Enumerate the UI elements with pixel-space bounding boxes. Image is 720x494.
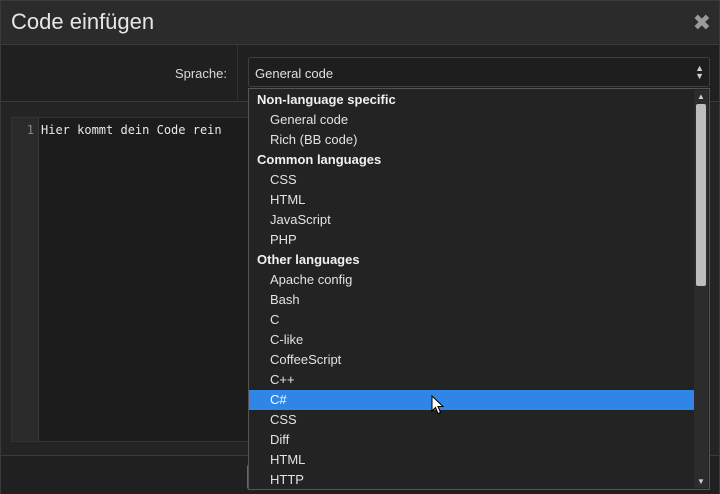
dropdown-group-header: Other languages	[257, 252, 360, 267]
dropdown-option[interactable]: Diff	[249, 430, 694, 450]
dropdown-option[interactable]: JavaScript	[249, 210, 694, 230]
code-line[interactable]: Hier kommt dein Code rein	[41, 123, 222, 137]
mouse-pointer-icon	[431, 395, 445, 415]
language-select[interactable]: General code ▲ ▼	[248, 57, 710, 87]
dropdown-option[interactable]: HTTP	[249, 470, 694, 489]
dropdown-option[interactable]: General code	[249, 110, 694, 130]
dropdown-group-header: Non-language specific	[257, 92, 396, 107]
dropdown-option[interactable]: Bash	[249, 290, 694, 310]
dropdown-option[interactable]: C#	[249, 390, 694, 410]
dropdown-option[interactable]: C	[249, 310, 694, 330]
line-number: 1	[26, 123, 34, 137]
dialog-titlebar: Code einfügen ✖	[1, 1, 719, 45]
dropdown-option[interactable]: Apache config	[249, 270, 694, 290]
arrow-down-icon: ▼	[695, 71, 704, 81]
dropdown-option[interactable]: CoffeeScript	[249, 350, 694, 370]
dropdown-option[interactable]: HTML	[249, 190, 694, 210]
language-label: Sprache:	[174, 66, 227, 81]
scroll-up-icon[interactable]: ▲	[697, 92, 705, 101]
dropdown-option[interactable]: HTML	[249, 450, 694, 470]
dropdown-option[interactable]: PHP	[249, 230, 694, 250]
language-dropdown-list[interactable]: Non-language specific General code Rich (B…	[248, 88, 710, 490]
dropdown-option[interactable]: Rich (BB code)	[249, 130, 694, 150]
scrollbar-thumb[interactable]	[696, 104, 706, 286]
scroll-down-icon[interactable]: ▼	[697, 477, 705, 486]
line-number-gutter: 1	[12, 118, 39, 441]
close-icon[interactable]: ✖	[693, 10, 711, 36]
dialog-title: Code einfügen	[11, 9, 155, 34]
language-label-cell: Sprache:	[1, 45, 238, 101]
insert-code-dialog: Code einfügen ✖ Sprache: General code ▲ …	[0, 0, 720, 494]
dropdown-group-header: Common languages	[257, 152, 382, 167]
dropdown-scrollbar[interactable]: ▲ ▼	[694, 90, 708, 488]
language-select-value: General code	[255, 66, 334, 81]
dropdown-option[interactable]: CSS	[249, 170, 694, 190]
dropdown-option[interactable]: CSS	[249, 410, 694, 430]
dropdown-option[interactable]: C-like	[249, 330, 694, 350]
dropdown-option[interactable]: C++	[249, 370, 694, 390]
sort-arrows-icon: ▲ ▼	[695, 64, 704, 81]
